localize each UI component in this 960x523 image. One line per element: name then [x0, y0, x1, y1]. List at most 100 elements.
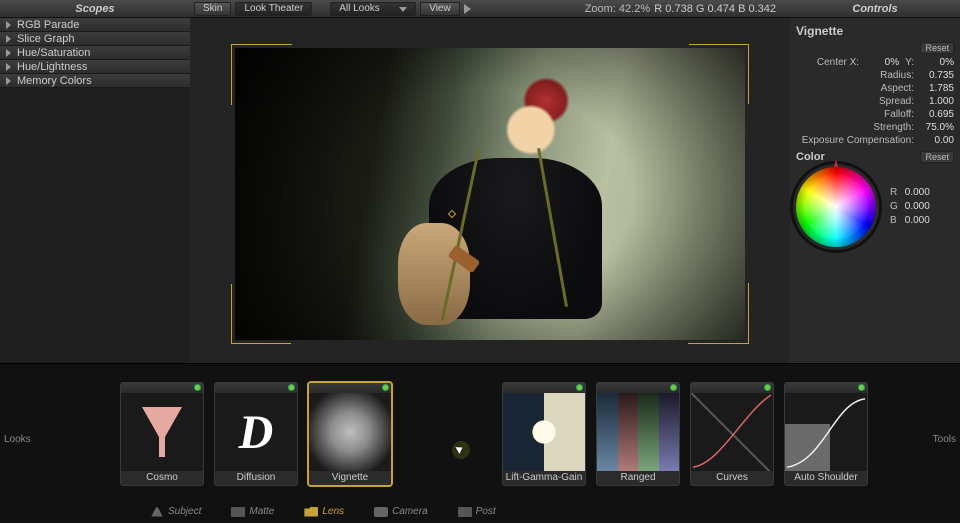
power-icon[interactable]: [382, 384, 389, 391]
scope-label: Hue/Saturation: [17, 47, 90, 59]
b-label: B: [890, 214, 902, 228]
tab-lens[interactable]: Lens: [304, 506, 344, 517]
skin-button[interactable]: Skin: [194, 2, 231, 16]
tile-vignette[interactable]: Vignette: [308, 382, 392, 486]
tile-label: Cosmo: [121, 471, 203, 485]
power-icon[interactable]: [670, 384, 677, 391]
r-value[interactable]: 0.000: [905, 187, 930, 198]
cosmo-thumb: [121, 393, 203, 471]
top-bar: Scopes Skin Look Theater All Looks View …: [0, 0, 960, 18]
tab-label: Subject: [168, 506, 201, 517]
tile-curves[interactable]: Curves: [690, 382, 774, 486]
triangle-right-icon: [6, 49, 11, 57]
scope-memory-colors[interactable]: Memory Colors: [0, 74, 190, 88]
tab-label: Camera: [392, 506, 428, 517]
person-icon: [150, 507, 164, 517]
rgb-output: R 0.000 G 0.000 B 0.000: [890, 186, 930, 228]
g-value[interactable]: 0.000: [905, 201, 930, 212]
power-icon[interactable]: [764, 384, 771, 391]
all-looks-label: All Looks: [339, 3, 380, 14]
reset-color-button[interactable]: Reset: [920, 151, 954, 163]
tile-label: Diffusion: [215, 471, 297, 485]
shoulder-thumb: [785, 393, 867, 471]
viewer-frame[interactable]: [235, 48, 745, 340]
aspect-label: Aspect:: [881, 82, 914, 95]
tab-label: Matte: [249, 506, 274, 517]
tile-auto-shoulder[interactable]: Auto Shoulder: [784, 382, 868, 486]
y-label: Y:: [905, 56, 914, 69]
all-looks-dropdown[interactable]: All Looks: [330, 2, 416, 16]
color-section-title: Color: [796, 151, 825, 163]
scope-label: Memory Colors: [17, 75, 92, 87]
tile-lift-gamma-gain[interactable]: Lift-Gamma-Gain: [502, 382, 586, 486]
r-label: R: [890, 186, 902, 200]
tile-diffusion[interactable]: D Diffusion: [214, 382, 298, 486]
controls-title: Controls: [790, 3, 960, 15]
radius-label: Radius:: [880, 69, 914, 82]
tile-cosmo[interactable]: Cosmo: [120, 382, 204, 486]
zoom-readout: Zoom: 42.2%: [585, 3, 650, 15]
look-theater-button[interactable]: Look Theater: [235, 2, 312, 16]
viewer-panel: [190, 18, 790, 363]
vignette-thumb: [309, 393, 391, 471]
aspect-value[interactable]: 1.785: [920, 82, 954, 95]
tile-label: Vignette: [309, 471, 391, 485]
radius-value[interactable]: 0.735: [920, 69, 954, 82]
scope-hue-saturation[interactable]: Hue/Saturation: [0, 46, 190, 60]
power-icon[interactable]: [194, 384, 201, 391]
triangle-right-icon: [6, 63, 11, 71]
tool-tiles: Cosmo D Diffusion Vignette Lift-Gamma-Ga…: [120, 382, 868, 486]
spread-value[interactable]: 1.000: [920, 95, 954, 108]
view-button[interactable]: View: [420, 2, 460, 16]
y-value[interactable]: 0%: [920, 56, 954, 69]
tools-side-label[interactable]: Tools: [933, 434, 956, 445]
scope-hue-lightness[interactable]: Hue/Lightness: [0, 60, 190, 74]
color-wheel[interactable]: [796, 167, 876, 247]
tab-label: Post: [476, 506, 496, 517]
controls-panel: Vignette Reset Center X: 0% Y: 0% Radius: 0.…: [790, 18, 960, 363]
power-icon[interactable]: [288, 384, 295, 391]
spread-label: Spread:: [879, 95, 914, 108]
looks-side-label[interactable]: Looks: [4, 434, 31, 445]
category-tabs: Subject Matte Lens Camera Post: [150, 506, 496, 517]
scope-label: Hue/Lightness: [17, 61, 87, 73]
folder-icon: [304, 507, 318, 517]
power-icon[interactable]: [858, 384, 865, 391]
scope-slice-graph[interactable]: Slice Graph: [0, 32, 190, 46]
reset-vignette-button[interactable]: Reset: [920, 42, 954, 54]
tab-label: Lens: [322, 506, 344, 517]
tab-subject[interactable]: Subject: [150, 506, 201, 517]
falloff-value[interactable]: 0.695: [920, 108, 954, 121]
g-label: G: [890, 200, 902, 214]
b-value[interactable]: 0.000: [905, 215, 930, 226]
effect-title: Vignette: [796, 24, 954, 38]
tab-camera[interactable]: Camera: [374, 506, 428, 517]
centerx-value[interactable]: 0%: [865, 56, 899, 69]
top-center: Skin Look Theater All Looks View Zoom: 4…: [190, 2, 790, 16]
lgg-thumb: [503, 393, 585, 471]
tile-ranged-saturation[interactable]: Ranged Saturation: [596, 382, 680, 486]
centerx-label: Center X:: [817, 56, 859, 69]
camera-icon: [374, 507, 388, 517]
tab-matte[interactable]: Matte: [231, 506, 274, 517]
triangle-right-icon: [6, 21, 11, 29]
play-icon[interactable]: [464, 4, 471, 14]
wheel-center-icon[interactable]: [833, 204, 839, 210]
tile-label: Lift-Gamma-Gain: [503, 471, 585, 485]
cursor-icon: [452, 441, 470, 459]
triangle-right-icon: [6, 35, 11, 43]
scopes-panel: RGB Parade Slice Graph Hue/Saturation Hu…: [0, 18, 190, 363]
expcomp-value[interactable]: 0.00: [920, 134, 954, 147]
chevron-down-icon: [399, 7, 407, 12]
tile-label: Curves: [691, 471, 773, 485]
scope-rgb-parade[interactable]: RGB Parade: [0, 18, 190, 32]
strength-label: Strength:: [873, 121, 914, 134]
strength-value[interactable]: 75.0%: [920, 121, 954, 134]
scope-label: Slice Graph: [17, 33, 74, 45]
tile-label: Ranged Saturation: [597, 471, 679, 485]
power-icon[interactable]: [576, 384, 583, 391]
tab-post[interactable]: Post: [458, 506, 496, 517]
scope-label: RGB Parade: [17, 19, 79, 31]
matte-icon: [231, 507, 245, 517]
expcomp-label: Exposure Compensation:: [802, 134, 914, 147]
